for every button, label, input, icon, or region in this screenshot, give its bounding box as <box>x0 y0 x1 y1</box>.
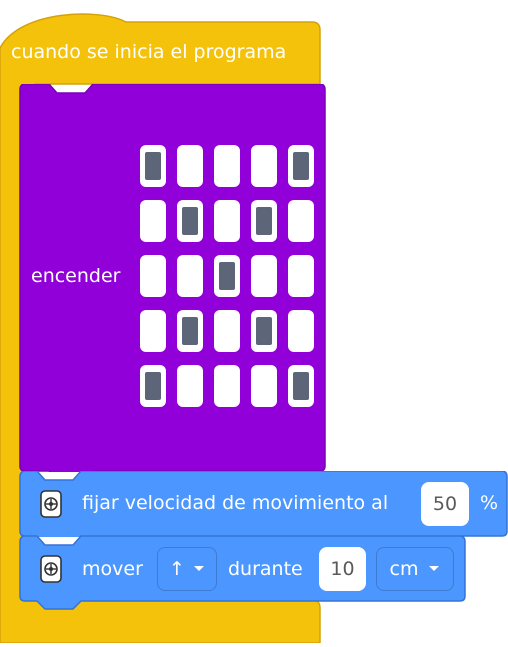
led-cell-1-0[interactable] <box>140 200 166 242</box>
speed-unit-label: % <box>480 492 499 514</box>
led-cell-3-1[interactable] <box>177 310 203 352</box>
light-block-label: encender <box>31 265 121 287</box>
move-unit-value: cm <box>389 558 419 580</box>
led-on-indicator <box>182 207 198 235</box>
led-on-indicator <box>182 317 198 345</box>
led-cell-0-2[interactable] <box>214 145 240 187</box>
led-on-indicator <box>293 372 309 400</box>
led-cell-3-3[interactable] <box>251 310 277 352</box>
led-cell-0-0[interactable] <box>140 145 166 187</box>
led-cell-2-3[interactable] <box>251 255 277 297</box>
direction-value: ↑ <box>169 558 185 580</box>
direction-dropdown[interactable]: ↑ <box>157 547 217 591</box>
led-cell-0-3[interactable] <box>251 145 277 187</box>
move-unit-dropdown[interactable]: cm <box>376 547 454 591</box>
led-cell-1-3[interactable] <box>251 200 277 242</box>
led-cell-4-0[interactable] <box>140 365 166 407</box>
led-cell-2-2[interactable] <box>214 255 240 297</box>
speed-value-input[interactable]: 50 <box>421 482 469 526</box>
dropdown-arrow-icon <box>429 566 440 571</box>
led-on-indicator <box>145 152 161 180</box>
led-cell-0-1[interactable] <box>177 145 203 187</box>
led-cell-2-4[interactable] <box>288 255 314 297</box>
set-speed-label: fijar velocidad de movimiento al <box>82 492 389 514</box>
led-on-indicator <box>219 262 235 290</box>
move-amount-input[interactable]: 10 <box>319 547 366 591</box>
robot-icon <box>40 490 62 518</box>
led-cell-4-1[interactable] <box>177 365 203 407</box>
led-cell-1-2[interactable] <box>214 200 240 242</box>
led-cell-1-1[interactable] <box>177 200 203 242</box>
led-cell-2-1[interactable] <box>177 255 203 297</box>
led-cell-3-4[interactable] <box>288 310 314 352</box>
led-cell-3-2[interactable] <box>214 310 240 352</box>
led-cell-4-3[interactable] <box>251 365 277 407</box>
led-on-indicator <box>256 317 272 345</box>
led-cell-4-2[interactable] <box>214 365 240 407</box>
led-cell-2-0[interactable] <box>140 255 166 297</box>
led-on-indicator <box>145 372 161 400</box>
led-cell-4-4[interactable] <box>288 365 314 407</box>
during-label: durante <box>228 558 303 580</box>
led-on-indicator <box>256 207 272 235</box>
hat-block-label: cuando se inicia el programa <box>11 41 287 63</box>
led-cell-3-0[interactable] <box>140 310 166 352</box>
led-cell-0-4[interactable] <box>288 145 314 187</box>
led-matrix[interactable] <box>140 145 316 409</box>
move-label: mover <box>82 558 143 580</box>
led-cell-1-4[interactable] <box>288 200 314 242</box>
dropdown-arrow-icon <box>193 566 204 571</box>
robot-icon <box>40 555 62 583</box>
led-on-indicator <box>293 152 309 180</box>
